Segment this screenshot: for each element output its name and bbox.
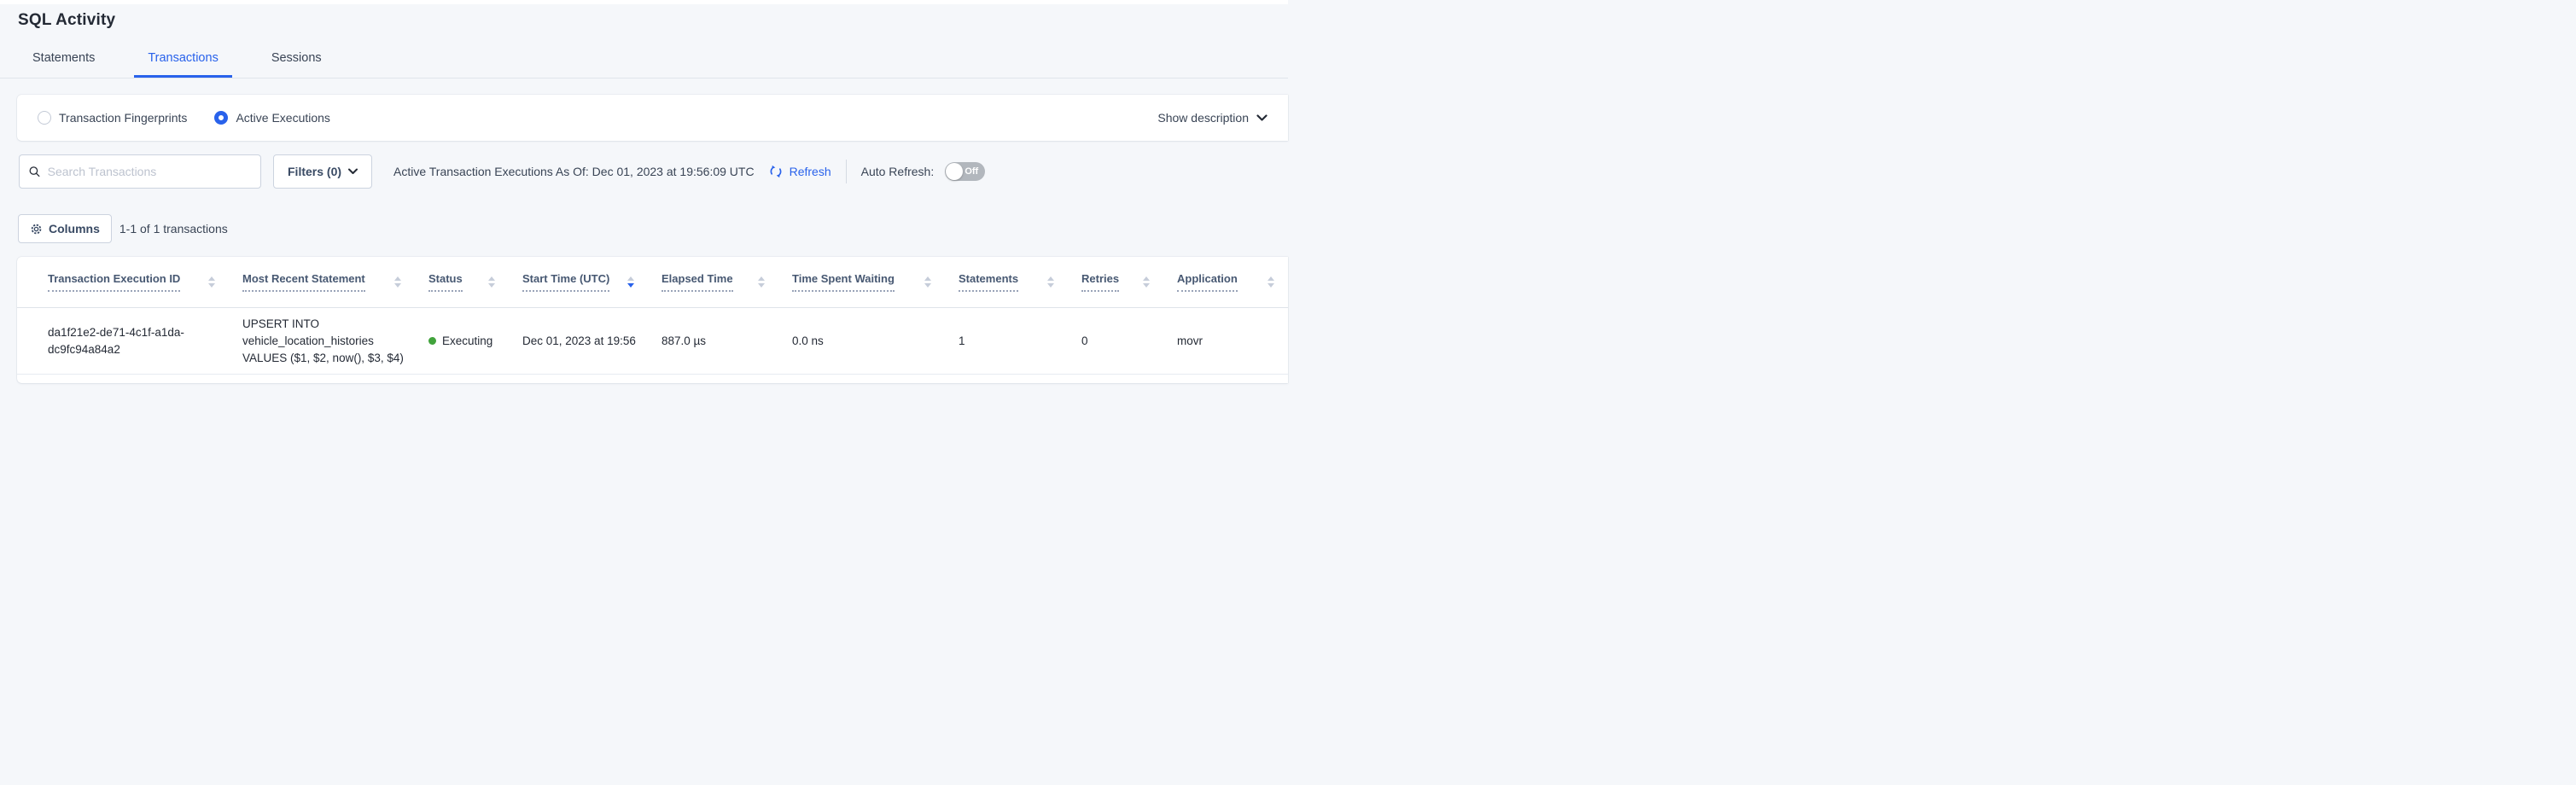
cell-transaction-execution-id[interactable]: da1f21e2-de71-4c1f-a1da-dc9fc94a84a2 [48,324,242,358]
sort-icon[interactable] [394,276,401,288]
status-label: Executing [442,333,492,350]
column-header-retries[interactable]: Retries [1081,272,1177,292]
radio-transaction-fingerprints[interactable]: Transaction Fingerprints [38,111,187,125]
cell-start-time: Dec 01, 2023 at 19:56 [522,333,661,350]
filters-label: Filters (0) [288,165,341,178]
toggle-knob[interactable] [946,163,963,180]
cell-time-spent-waiting: 0.0 ns [792,333,959,350]
toolbar-divider [846,160,847,183]
radio-unselected-icon[interactable] [38,111,51,125]
tab-statements[interactable]: Statements [19,51,108,78]
radio-label[interactable]: Transaction Fingerprints [59,111,187,125]
search-input[interactable] [48,165,252,178]
table-controls-row: Columns 1-1 of 1 transactions [18,214,1288,243]
refresh-button[interactable]: Refresh [768,164,831,179]
chevron-down-icon [348,168,358,175]
radio-selected-icon[interactable] [214,111,228,125]
columns-button-label: Columns [49,222,100,236]
page-title: SQL Activity [18,11,1288,30]
table-row: da1f21e2-de71-4c1f-a1da-dc9fc94a84a2 UPS… [17,308,1288,375]
cell-status: Executing [428,333,522,350]
auto-refresh-label: Auto Refresh: [861,165,935,178]
gear-icon [30,223,43,236]
column-header-time-spent-waiting[interactable]: Time Spent Waiting [792,272,959,292]
table-header-row: Transaction Execution ID Most Recent Sta… [17,257,1288,308]
radio-label[interactable]: Active Executions [236,111,330,125]
sort-icon[interactable] [1143,276,1150,288]
view-mode-card: Transaction Fingerprints Active Executio… [17,95,1288,141]
sort-icon[interactable] [208,276,215,288]
result-count: 1-1 of 1 transactions [119,222,228,236]
sort-icon[interactable] [1268,276,1274,288]
chevron-down-icon [1256,114,1268,122]
auto-refresh-toggle[interactable]: Off [945,162,985,181]
cell-application: movr [1177,333,1279,350]
show-description-label: Show description [1157,111,1249,125]
cell-elapsed-time: 887.0 µs [661,333,792,350]
transactions-table: Transaction Execution ID Most Recent Sta… [17,257,1288,383]
column-header-application[interactable]: Application [1177,272,1279,292]
sort-icon[interactable] [488,276,495,288]
as-of-timestamp: Active Transaction Executions As Of: Dec… [393,165,755,178]
columns-button[interactable]: Columns [18,214,112,243]
tab-bar: Statements Transactions Sessions [0,51,1288,78]
filters-button[interactable]: Filters (0) [273,154,372,189]
executing-status-dot-icon [428,337,436,345]
column-header-most-recent-statement[interactable]: Most Recent Statement [242,272,428,292]
cell-retries: 0 [1081,333,1177,350]
refresh-icon [768,164,784,179]
view-mode-radio-group: Transaction Fingerprints Active Executio… [38,111,358,125]
sort-icon-active-desc[interactable] [627,276,634,288]
column-header-statements[interactable]: Statements [959,272,1081,292]
search-icon [28,165,41,178]
tab-transactions[interactable]: Transactions [134,51,231,78]
column-header-transaction-execution-id[interactable]: Transaction Execution ID [48,272,242,292]
search-box[interactable] [19,154,261,189]
sort-icon[interactable] [758,276,765,288]
column-header-elapsed-time[interactable]: Elapsed Time [661,272,792,292]
toggle-state-label: Off [965,166,978,177]
sort-icon[interactable] [924,276,931,288]
show-description-button[interactable]: Show description [1157,111,1268,125]
refresh-label[interactable]: Refresh [790,165,831,178]
column-header-start-time[interactable]: Start Time (UTC) [522,272,661,292]
sort-icon[interactable] [1047,276,1054,288]
toolbar: Filters (0) Active Transaction Execution… [19,154,1288,189]
radio-active-executions[interactable]: Active Executions [214,111,330,125]
cell-most-recent-statement: UPSERT INTO vehicle_location_histories V… [242,316,428,367]
cell-statements: 1 [959,333,1081,350]
top-edge-strip [0,0,1288,4]
tab-sessions[interactable]: Sessions [258,51,335,78]
column-header-status[interactable]: Status [428,272,522,292]
